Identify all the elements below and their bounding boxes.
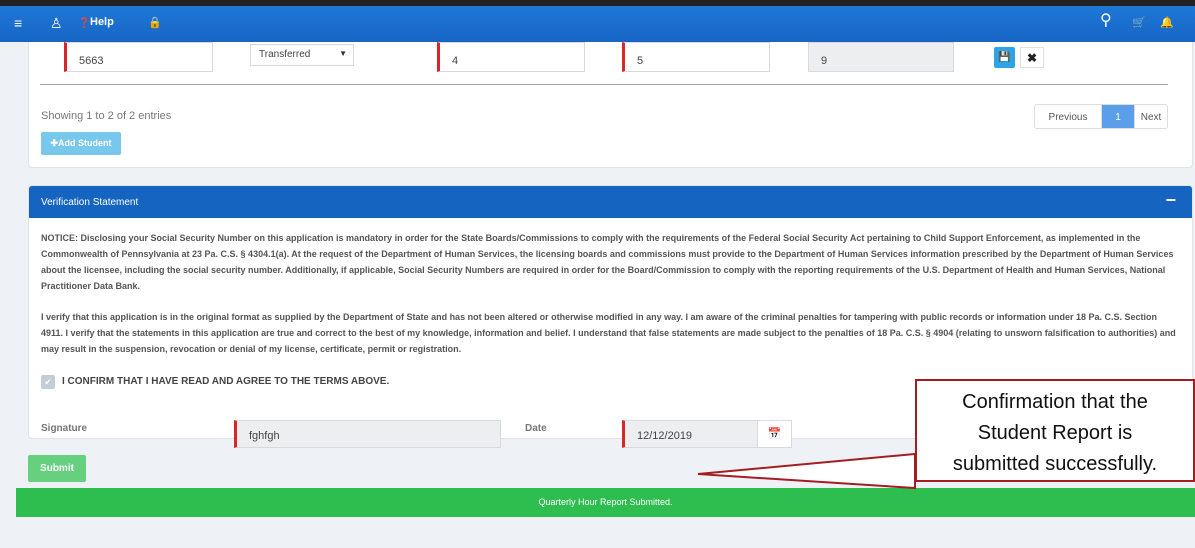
page-1-button[interactable]: 1 [1102, 105, 1134, 128]
confirm-label: I CONFIRM THAT I HAVE READ AND AGREE TO … [62, 376, 390, 387]
help-link[interactable]: Help [90, 16, 114, 28]
next-page-button[interactable]: Next [1134, 105, 1167, 128]
table-divider [40, 84, 1168, 85]
confirm-checkbox[interactable]: ✔ [41, 375, 55, 389]
save-icon: 💾 [998, 52, 1011, 63]
annotation-callout: Confirmation that the Student Report is … [915, 379, 1195, 482]
status-select-value: Transferred [259, 49, 311, 60]
notice-text: NOTICE: Disclosing your Social Security … [41, 233, 1174, 291]
submit-button[interactable]: Submit [28, 455, 86, 482]
close-icon: ✖ [1026, 51, 1038, 65]
success-alert: Quarterly Hour Report Submitted. [16, 488, 1195, 517]
callout-line-3: submitted successfully. [952, 453, 1158, 475]
help-icon[interactable]: ❓ [78, 15, 90, 33]
save-row-button[interactable]: 💾 [994, 47, 1015, 68]
callout-line-1: Confirmation that the [962, 391, 1148, 413]
student-id-field[interactable]: 5663 [64, 42, 213, 72]
hours-field-b[interactable]: 5 [622, 42, 770, 72]
top-navbar: ≡ ♙ ❓ Help 🔒 ⚲ 🛒 🔔 [0, 0, 1195, 42]
dropdown-arrow-icon: ▼ [339, 49, 347, 58]
lock-icon[interactable]: 🔒 [148, 14, 162, 32]
menu-icon[interactable]: ≡ [14, 14, 22, 32]
previous-page-button[interactable]: Previous [1035, 105, 1102, 128]
add-student-button[interactable]: ✚Add Student [41, 132, 121, 155]
cart-icon[interactable]: 🛒 [1132, 14, 1146, 32]
calendar-icon[interactable]: 📅 [757, 420, 792, 448]
callout-line-2: Student Report is [977, 422, 1133, 444]
delete-row-button[interactable]: ✖ [1020, 47, 1044, 68]
date-label: Date [525, 423, 547, 434]
verify-text: I verify that this application is in the… [41, 312, 1176, 354]
date-field[interactable]: 12/12/2019 [622, 420, 758, 448]
total-hours-field: 9 [808, 42, 954, 72]
search-icon[interactable]: ⚲ [1100, 12, 1112, 30]
verification-header[interactable]: Verification Statement − [29, 186, 1192, 218]
entries-info: Showing 1 to 2 of 2 entries [41, 110, 172, 122]
status-select[interactable]: Transferred ▼ [250, 44, 354, 66]
pagination: Previous 1 Next [1034, 104, 1168, 129]
signature-label: Signature [41, 423, 88, 434]
bell-icon[interactable]: 🔔 [1160, 14, 1174, 32]
signature-field[interactable]: fghfgh [234, 420, 501, 448]
verification-title: Verification Statement [41, 197, 139, 208]
collapse-icon[interactable]: − [1165, 190, 1176, 211]
hours-field-a[interactable]: 4 [437, 42, 585, 72]
user-icon[interactable]: ♙ [50, 14, 63, 32]
